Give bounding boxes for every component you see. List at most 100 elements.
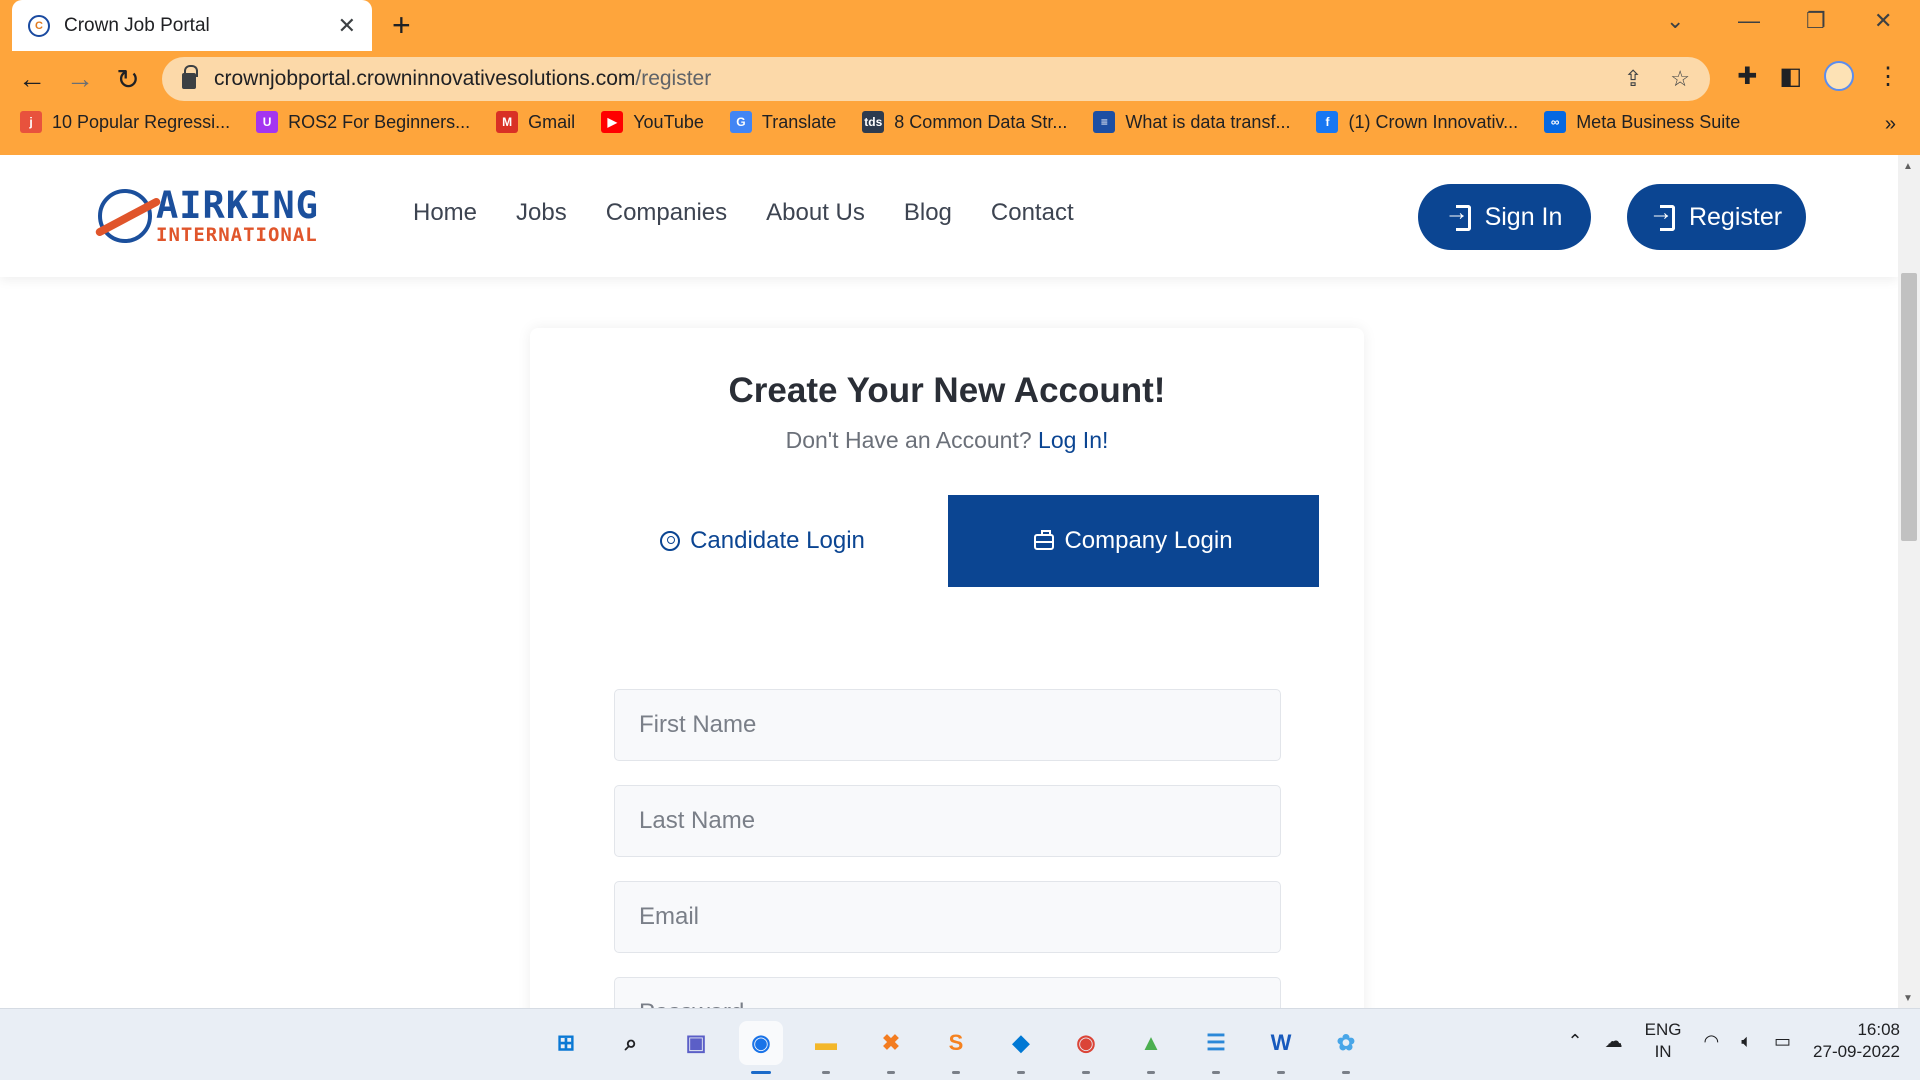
- volume-icon[interactable]: 🔈︎: [1741, 1031, 1752, 1052]
- profile-avatar[interactable]: [1824, 61, 1854, 91]
- taskbar-glyph: ◉: [1076, 1030, 1096, 1055]
- wifi-icon[interactable]: ◠: [1703, 1031, 1719, 1052]
- bookmark-label: 8 Common Data Str...: [894, 111, 1068, 132]
- taskbar-chrome-icon[interactable]: ◉: [739, 1021, 783, 1074]
- close-icon[interactable]: ✕: [338, 13, 356, 39]
- taskbar-image-editor-icon[interactable]: ▲: [1129, 1021, 1173, 1074]
- bookmark-item[interactable]: G Translate: [729, 111, 836, 133]
- bookmark-label: Gmail: [528, 111, 576, 132]
- more-bookmarks-icon[interactable]: »: [1885, 113, 1896, 136]
- taskbar-glyph: ▬: [815, 1030, 837, 1055]
- forward-arrow-icon[interactable]: →: [62, 63, 98, 95]
- logo-text-bottom: INTERNATIONAL: [156, 224, 318, 246]
- password-input[interactable]: [614, 977, 1281, 1008]
- taskbar-paint-icon[interactable]: ✿: [1324, 1021, 1368, 1074]
- login-link[interactable]: Log In!: [1038, 427, 1108, 453]
- briefcase-icon: [1034, 530, 1055, 550]
- login-prompt: Don't Have an Account? Log In!: [530, 427, 1364, 454]
- tab-title: Crown Job Portal: [64, 14, 210, 36]
- email-input[interactable]: [614, 881, 1281, 953]
- lang-top: ENG: [1644, 1020, 1682, 1039]
- bookmark-label: ROS2 For Beginners...: [288, 111, 471, 132]
- sign-in-button[interactable]: Sign In: [1418, 184, 1591, 250]
- tab-search-chevron-icon[interactable]: ⌄: [1666, 8, 1684, 34]
- taskbar-glyph: ▣: [685, 1030, 707, 1055]
- taskbar-xampp-icon[interactable]: ✖: [869, 1021, 913, 1074]
- scroll-down-icon[interactable]: ▼: [1903, 993, 1913, 1004]
- address-bar[interactable]: crownjobportal.crowninnovativesolutions.…: [162, 57, 1710, 101]
- first-name-input[interactable]: [614, 689, 1281, 761]
- tab-candidate-login[interactable]: Candidate Login: [577, 495, 948, 587]
- page-scrollbar[interactable]: ▲ ▼: [1898, 155, 1920, 1008]
- reload-icon[interactable]: ↻: [110, 63, 146, 96]
- bookmark-item[interactable]: M Gmail: [496, 111, 575, 133]
- taskbar-glyph: ✖: [881, 1030, 901, 1055]
- running-indicator: [887, 1071, 895, 1074]
- restore-icon[interactable]: ❐: [1806, 8, 1826, 34]
- taskbar-glyph: ✿: [1336, 1030, 1356, 1055]
- extensions-puzzle-icon[interactable]: ✚: [1737, 62, 1757, 91]
- scroll-up-icon[interactable]: ▲: [1903, 161, 1913, 172]
- lang-bottom: IN: [1654, 1042, 1672, 1061]
- taskbar-notepad-icon[interactable]: ☰: [1194, 1021, 1238, 1074]
- scroll-thumb[interactable]: [1901, 273, 1917, 541]
- bookmark-favicon-icon: tds: [862, 111, 885, 133]
- sign-in-icon: [1445, 199, 1471, 231]
- register-button[interactable]: Register: [1627, 184, 1806, 250]
- nav-contact[interactable]: Contact: [991, 199, 1074, 227]
- bookmark-item[interactable]: ▶ YouTube: [601, 111, 704, 133]
- site-logo[interactable]: AIRKING INTERNATIONAL: [98, 187, 319, 245]
- bookmark-item[interactable]: tds 8 Common Data Str...: [862, 111, 1067, 133]
- taskbar-word-icon[interactable]: W: [1259, 1021, 1303, 1074]
- back-arrow-icon[interactable]: ←: [14, 63, 50, 95]
- bookmark-favicon-icon: ≡: [1093, 111, 1116, 133]
- running-indicator: [1212, 1071, 1220, 1074]
- taskbar-windows-start-icon[interactable]: ⊞: [544, 1021, 588, 1065]
- taskbar-teams-chat-icon[interactable]: ▣: [674, 1021, 718, 1065]
- taskbar-glyph: ☰: [1206, 1030, 1226, 1055]
- bookmark-label: What is data transf...: [1125, 111, 1291, 132]
- taskbar-sublime-text-icon[interactable]: S: [934, 1021, 978, 1074]
- language-indicator[interactable]: ENG IN: [1645, 1019, 1682, 1063]
- nav-jobs[interactable]: Jobs: [516, 199, 567, 227]
- bookmark-item[interactable]: U ROS2 For Beginners...: [256, 111, 470, 133]
- bookmark-item[interactable]: ≡ What is data transf...: [1093, 111, 1290, 133]
- globe-logo-icon: [98, 189, 152, 243]
- menu-kebab-icon[interactable]: ⋮: [1876, 62, 1900, 91]
- url-path: /register: [635, 67, 712, 90]
- register-label: Register: [1688, 202, 1783, 231]
- bookmark-item[interactable]: ∞ Meta Business Suite: [1544, 111, 1740, 133]
- taskbar-glyph: ▲: [1140, 1030, 1162, 1055]
- taskbar-chrome-alt-icon[interactable]: ◉: [1064, 1021, 1108, 1074]
- nav-blog[interactable]: Blog: [904, 199, 952, 227]
- running-indicator: [1277, 1071, 1285, 1074]
- bookmark-item[interactable]: f (1) Crown Innovativ...: [1316, 111, 1518, 133]
- nav-home[interactable]: Home: [413, 199, 477, 227]
- bookmark-label: Meta Business Suite: [1576, 111, 1741, 132]
- running-indicator: [1017, 1071, 1025, 1074]
- onedrive-warning-icon[interactable]: ☁: [1605, 1031, 1623, 1052]
- nav-about-us[interactable]: About Us: [766, 199, 865, 227]
- new-tab-icon[interactable]: +: [392, 8, 411, 42]
- bookmark-star-icon[interactable]: ☆: [1670, 66, 1690, 92]
- side-panel-icon[interactable]: ◧: [1779, 62, 1802, 91]
- user-circle-icon: [660, 531, 681, 551]
- taskbar-search-icon[interactable]: ⌕: [609, 1021, 653, 1065]
- tab-company-login[interactable]: Company Login: [948, 495, 1319, 587]
- window-close-icon[interactable]: ✕: [1874, 8, 1892, 34]
- bookmark-item[interactable]: j 10 Popular Regressi...: [20, 111, 230, 133]
- minimize-icon[interactable]: —: [1738, 8, 1760, 34]
- battery-icon[interactable]: ▭: [1774, 1031, 1791, 1052]
- last-name-input[interactable]: [614, 785, 1281, 857]
- nav-companies[interactable]: Companies: [606, 199, 727, 227]
- taskbar-vscode-icon[interactable]: ◆: [999, 1021, 1043, 1074]
- browser-tab-active[interactable]: C Crown Job Portal ✕: [12, 0, 372, 51]
- taskbar-glyph: W: [1270, 1030, 1292, 1055]
- tray-chevron-up-icon[interactable]: ⌃: [1568, 1031, 1583, 1052]
- share-icon[interactable]: ⇪: [1624, 66, 1642, 92]
- taskbar-file-explorer-icon[interactable]: ▬: [804, 1021, 848, 1074]
- clock[interactable]: 16:08 27-09-2022: [1813, 1019, 1900, 1063]
- tab-company-label: Company Login: [1064, 527, 1233, 554]
- login-prompt-text: Don't Have an Account?: [785, 427, 1032, 453]
- taskbar-apps: ⊞ ⌕ ▣ ◉ ▬ ✖ S ◆ ◉ ▲ ☰ W ✿: [544, 1021, 1368, 1074]
